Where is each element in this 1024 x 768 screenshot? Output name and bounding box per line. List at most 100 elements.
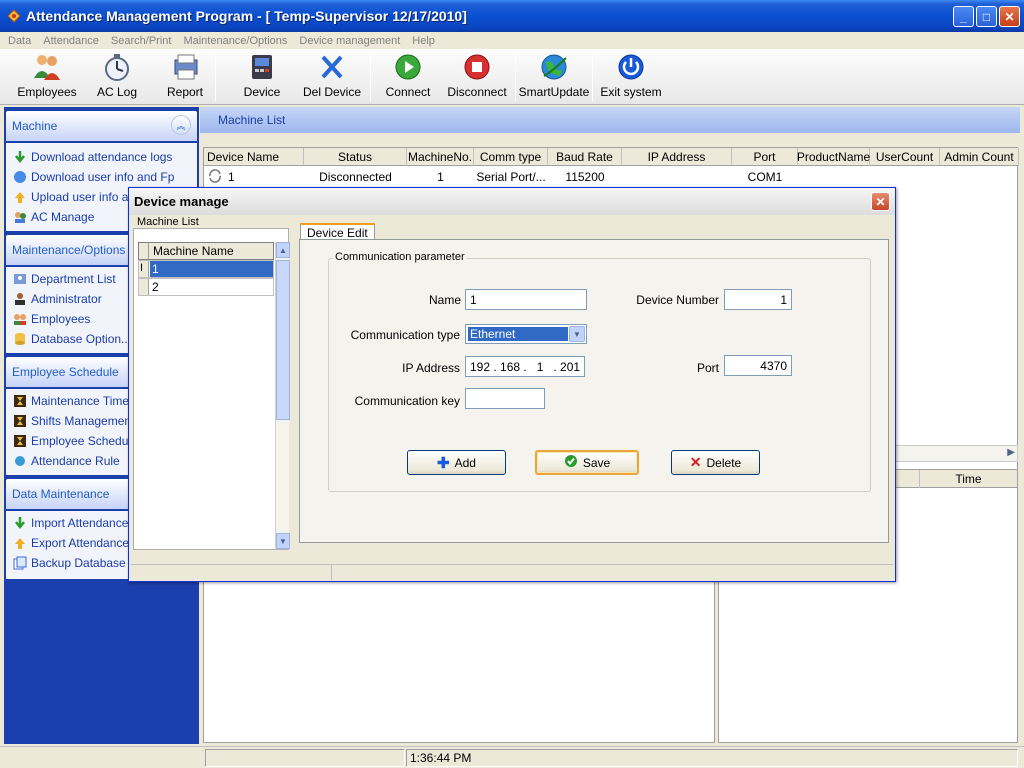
exit-system-button[interactable]: Exit system — [600, 52, 662, 104]
delete-button[interactable]: ✕ Delete — [671, 450, 760, 475]
ip-address-label: IP Address — [402, 361, 460, 375]
col-comm-type[interactable]: Comm type — [474, 148, 548, 166]
cell-status: Disconnected — [319, 170, 392, 184]
plus-icon: ✚ — [437, 454, 450, 472]
status-time: 1:36:44 PM — [406, 749, 1018, 767]
scroll-right-icon[interactable]: ▶ — [1007, 447, 1015, 458]
device-manage-dialog: Device manage ✕ Machine List Machine Nam… — [128, 187, 896, 582]
status-bar: 1:36:44 PM — [0, 746, 1024, 768]
name-field[interactable]: 1 — [465, 289, 587, 310]
window-title: Attendance Management Program - [ Temp-S… — [26, 8, 467, 24]
scroll-down-icon[interactable]: ▼ — [276, 533, 290, 549]
chevron-down-icon[interactable]: ▼ — [569, 326, 585, 342]
upload-arrow-icon — [12, 189, 28, 205]
col-time[interactable]: Time — [919, 470, 1017, 488]
tab-device-edit[interactable]: Device Edit — [300, 223, 375, 240]
vertical-scrollbar[interactable]: ▲ ▼ — [275, 242, 290, 549]
dialog-machine-list: Machine Name I 1 2 ▲ ▼ — [133, 228, 290, 550]
port-label: Port — [696, 361, 719, 375]
cell-ip-address — [622, 168, 732, 186]
smartupdate-button[interactable]: SmartUpdate — [519, 52, 589, 104]
col-machine-no[interactable]: MachineNo. — [407, 148, 474, 166]
report-icon — [169, 52, 201, 82]
row-indicator-icon: I — [139, 261, 149, 277]
communication-parameter-group: Communication parameter Name 1 Device Nu… — [328, 251, 871, 492]
grid-header-row: Device Name Status MachineNo. Comm type … — [204, 148, 1019, 166]
toolbar: Employees AC Log Report Device Del Devic… — [0, 49, 1024, 105]
sidebar-item-download-logs[interactable]: Download attendance logs — [6, 147, 197, 167]
menu-data[interactable]: Data — [8, 35, 31, 47]
collapse-icon[interactable]: ︽ — [171, 115, 191, 135]
save-button[interactable]: Save — [535, 450, 639, 475]
cell-machine-no: 1 — [437, 170, 444, 184]
col-baud-rate[interactable]: Baud Rate — [548, 148, 622, 166]
sidebar-item-download-user-info[interactable]: Download user info and Fp — [6, 167, 197, 187]
device-icon — [246, 52, 278, 82]
machine-name-header: Machine Name — [138, 242, 274, 260]
comm-key-label: Communication key — [354, 394, 460, 408]
globe-small-icon — [12, 453, 28, 469]
comm-key-field[interactable] — [465, 388, 545, 409]
employees-button[interactable]: Employees — [17, 52, 77, 104]
col-port[interactable]: Port — [732, 148, 798, 166]
device-button[interactable]: Device — [238, 52, 286, 104]
col-user-count[interactable]: UserCount — [870, 148, 940, 166]
dialog-close-button[interactable]: ✕ — [871, 192, 890, 211]
cell-port: COM1 — [747, 170, 783, 184]
refresh-icon — [208, 168, 222, 186]
scroll-up-icon[interactable]: ▲ — [276, 242, 290, 258]
cell-baud-rate: 115200 — [565, 170, 605, 184]
col-product-name[interactable]: ProductName — [797, 148, 870, 166]
disconnect-button[interactable]: Disconnect — [446, 52, 508, 104]
dialog-title-bar: Device manage ✕ — [129, 188, 895, 215]
machine-list-label: Machine List — [135, 216, 201, 228]
machine-list-header: Machine List — [200, 107, 1020, 133]
del-device-button[interactable]: Del Device — [300, 52, 364, 104]
dialog-status-bar — [131, 564, 893, 580]
status-cell-blank — [205, 749, 405, 767]
globe-small-icon — [12, 169, 28, 185]
ac-log-button[interactable]: AC Log — [92, 52, 142, 104]
backup-icon — [12, 555, 28, 571]
close-window-button[interactable]: ✕ — [999, 6, 1020, 27]
name-label: Name — [429, 293, 462, 307]
scroll-thumb[interactable] — [276, 260, 290, 420]
col-device-name[interactable]: Device Name — [204, 148, 304, 166]
maximize-button[interactable]: □ — [976, 6, 997, 27]
check-icon — [564, 454, 578, 471]
menu-maintenance-options[interactable]: Maintenance/Options — [183, 35, 287, 47]
cell-device-name: 1 — [228, 170, 235, 184]
device-edit-panel: Communication parameter Name 1 Device Nu… — [299, 239, 889, 543]
port-field[interactable]: 4370 — [724, 355, 792, 376]
col-ip-address[interactable]: IP Address — [622, 148, 732, 166]
employees-icon — [31, 52, 63, 82]
connect-button[interactable]: Connect — [384, 52, 432, 104]
report-button[interactable]: Report — [163, 52, 207, 104]
minimize-button[interactable]: _ — [953, 6, 974, 27]
download-arrow-icon — [12, 515, 28, 531]
menu-attendance[interactable]: Attendance — [43, 35, 99, 47]
app-icon — [6, 8, 22, 24]
title-bar: Attendance Management Program - [ Temp-S… — [0, 0, 1024, 32]
download-arrow-icon — [12, 149, 28, 165]
globe-icon — [538, 52, 570, 82]
comm-type-label: Communication type — [350, 328, 460, 342]
col-status[interactable]: Status — [304, 148, 407, 166]
ip-address-field[interactable]: 192 . 168 . 1 . 201 — [465, 356, 585, 377]
menu-help[interactable]: Help — [412, 35, 435, 47]
section-machine-header[interactable]: Machine ︽ — [6, 111, 197, 141]
hourglass-icon — [12, 433, 28, 449]
people-icon — [12, 209, 28, 225]
device-number-field[interactable]: 1 — [724, 289, 792, 310]
menu-search-print[interactable]: Search/Print — [111, 35, 172, 47]
administrator-icon — [12, 291, 28, 307]
stop-icon — [461, 52, 493, 82]
menu-bar: Data Attendance Search/Print Maintenance… — [0, 32, 1024, 49]
list-item[interactable]: I 1 — [138, 260, 274, 278]
list-item[interactable]: 2 — [138, 278, 274, 296]
col-admin-count[interactable]: Admin Count — [940, 148, 1019, 166]
delete-x-icon — [316, 52, 348, 82]
menu-device-management[interactable]: Device management — [299, 35, 400, 47]
add-button[interactable]: ✚ Add — [407, 450, 506, 475]
comm-type-select[interactable]: Ethernet ▼ — [465, 324, 587, 344]
